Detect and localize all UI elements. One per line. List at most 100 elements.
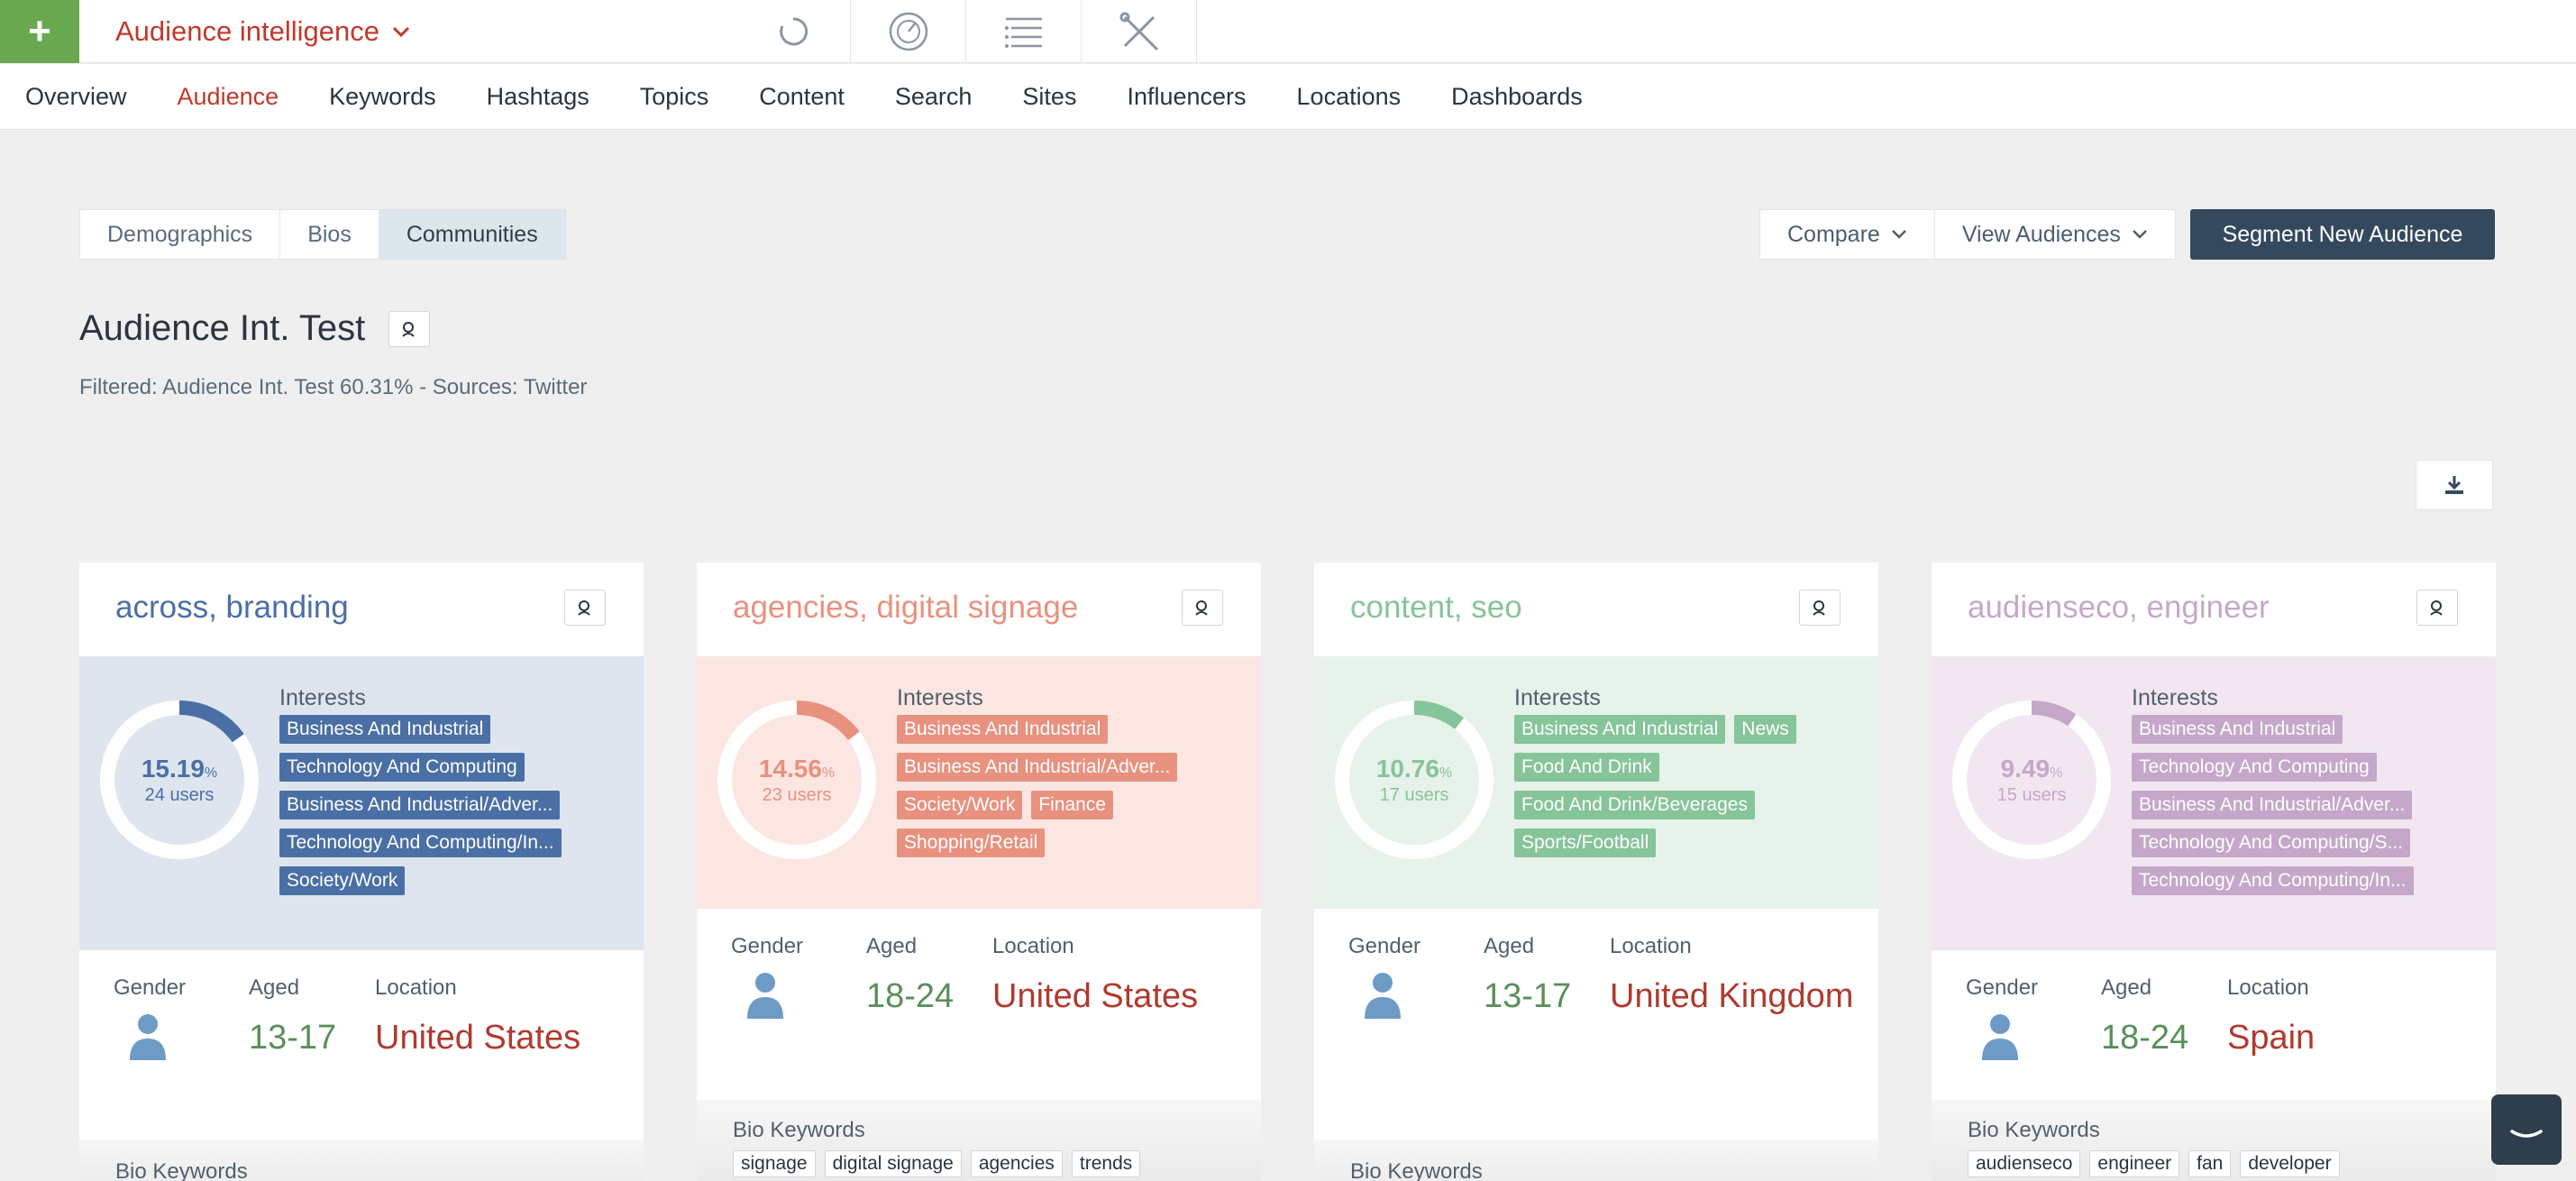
bio-keyword-chip[interactable]: fan (2188, 1150, 2232, 1177)
interest-tag[interactable]: Business And Industrial/Adver... (2132, 791, 2413, 819)
location-value: United States (375, 1019, 581, 1057)
nav-dashboards[interactable]: Dashboards (1451, 83, 1583, 111)
card-title[interactable]: audienseco, engineer (1968, 590, 2270, 626)
nav-content[interactable]: Content (759, 83, 845, 111)
share-percent: 14.56% (758, 754, 836, 783)
interest-tag[interactable]: Society/Work (279, 866, 406, 895)
card-stats: Gender Aged 13-17 Location United States (114, 975, 626, 1111)
tab-communities[interactable]: Communities (379, 210, 565, 259)
interest-tag[interactable]: Food And Drink/Beverages (1514, 791, 1755, 819)
refresh-tool[interactable] (735, 0, 851, 63)
page-title: Audience Int. Test (79, 308, 431, 349)
card-title[interactable]: agencies, digital signage (733, 590, 1078, 626)
share-donut: 15.19% 24 users (99, 700, 260, 860)
card-title[interactable]: across, branding (115, 590, 349, 626)
user-search-icon (2430, 600, 2443, 616)
compare-dropdown[interactable]: Compare (1760, 210, 1935, 259)
community-card: content, seo 10.76% 17 users Interests B… (1314, 563, 1878, 1181)
gender-label: Gender (114, 975, 187, 1000)
location-label: Location (375, 975, 457, 1000)
filter-summary: Filtered: Audience Int. Test 60.31% - So… (79, 375, 588, 399)
nav-keywords[interactable]: Keywords (329, 83, 436, 111)
bio-keywords: Bio Keywords (1314, 1140, 1878, 1181)
add-button[interactable]: + (0, 0, 79, 63)
download-button[interactable] (2416, 460, 2493, 510)
nav-locations[interactable]: Locations (1297, 83, 1402, 111)
community-card: agencies, digital signage 14.56% 23 user… (697, 563, 1261, 1181)
interest-tag[interactable]: Finance (1031, 791, 1114, 819)
card-search-button[interactable] (2416, 590, 2458, 626)
bio-keyword-chip[interactable]: audienseco (1968, 1150, 2081, 1177)
interest-tag[interactable]: Business And Industrial (279, 715, 491, 744)
tab-bios[interactable]: Bios (280, 210, 379, 259)
user-count: 17 users (1379, 784, 1449, 805)
card-search-button[interactable] (564, 590, 606, 626)
segment-new-audience-button[interactable]: Segment New Audience (2190, 209, 2495, 260)
interest-tag[interactable]: Business And Industrial (897, 715, 1109, 744)
location-value: United Kingdom (1610, 977, 1854, 1015)
interest-tag[interactable]: Technology And Computing/S... (2132, 829, 2411, 857)
interest-tag[interactable]: Technology And Computing/In... (279, 829, 562, 857)
audience-subtabs: Demographics Bios Communities (79, 209, 566, 260)
nav-influencers[interactable]: Influencers (1127, 83, 1246, 111)
settings-tool[interactable] (1082, 0, 1197, 63)
interest-tag[interactable]: Sports/Football (1514, 829, 1657, 857)
share-percent: 9.49% (2000, 754, 2063, 783)
nav-overview[interactable]: Overview (25, 83, 127, 111)
nav-search[interactable]: Search (895, 83, 973, 111)
card-header: across, branding (79, 563, 644, 656)
audience-search-button[interactable] (388, 310, 431, 347)
location-value: United States (992, 977, 1199, 1015)
nav-hashtags[interactable]: Hashtags (487, 83, 589, 111)
share-donut: 9.49% 15 users (1951, 700, 2112, 860)
user-count: 15 users (1996, 784, 2067, 805)
card-search-button[interactable] (1799, 590, 1841, 626)
person-icon (1982, 1014, 2018, 1060)
card-search-button[interactable] (1182, 590, 1223, 626)
nav-sites[interactable]: Sites (1022, 83, 1076, 111)
chat-button[interactable] (2491, 1094, 2562, 1165)
nav-audience[interactable]: Audience (178, 83, 279, 111)
bio-keyword-chip[interactable]: digital signage (824, 1150, 962, 1177)
user-count: 23 users (762, 784, 832, 805)
card-summary: 15.19% 24 users Interests Business And I… (79, 656, 644, 950)
interest-tag[interactable]: Business And Industrial (1514, 715, 1726, 744)
interest-tag[interactable]: Technology And Computing (2132, 753, 2377, 782)
bio-keyword-chip[interactable]: trends (1071, 1150, 1141, 1177)
list-tool[interactable] (966, 0, 1082, 63)
card-title[interactable]: content, seo (1350, 590, 1522, 626)
bio-keyword-chip[interactable]: agencies (970, 1150, 1063, 1177)
person-icon (747, 973, 783, 1019)
tab-demographics[interactable]: Demographics (80, 210, 281, 259)
chevron-down-icon (2133, 230, 2147, 239)
app-switcher[interactable]: Audience intelligence (115, 11, 410, 52)
card-stats: Gender Aged 18-24 Location United States (731, 934, 1243, 1069)
view-audiences-dropdown[interactable]: View Audiences (1935, 210, 2175, 259)
bio-keywords-label: Bio Keywords (115, 1159, 248, 1181)
bio-keyword-chip[interactable]: developer (2240, 1150, 2340, 1177)
chevron-down-icon (392, 26, 410, 38)
user-search-icon (402, 321, 415, 337)
interest-tag[interactable]: Business And Industrial/Adver... (897, 753, 1178, 782)
user-count: 24 users (144, 784, 215, 805)
interest-tag[interactable]: Business And Industrial/Adver... (279, 791, 561, 819)
bio-keyword-chip[interactable]: engineer (2089, 1150, 2180, 1177)
interest-tag[interactable]: Business And Industrial (2132, 715, 2343, 744)
community-card: across, branding 15.19% 24 users Interes… (79, 563, 644, 1181)
aged-value: 18-24 (2101, 1019, 2189, 1057)
bio-keyword-chip[interactable]: signage (733, 1150, 816, 1177)
interests: Interests Business And Industrial Busine… (897, 685, 1248, 866)
community-card: audienseco, engineer 9.49% 15 users Inte… (1932, 563, 2496, 1181)
chat-icon (2510, 1130, 2543, 1138)
bio-keywords: Bio Keywords audienseco engineer fan dev… (1932, 1100, 2496, 1181)
interest-tag[interactable]: Technology And Computing (279, 753, 525, 782)
view-audiences-label: View Audiences (1961, 221, 2121, 247)
interest-tag[interactable]: Society/Work (897, 791, 1023, 819)
nav-topics[interactable]: Topics (640, 83, 709, 111)
interest-tag[interactable]: News (1734, 715, 1796, 744)
person-icon (1365, 973, 1401, 1019)
interest-tag[interactable]: Food And Drink (1514, 753, 1659, 782)
interest-tag[interactable]: Shopping/Retail (897, 829, 1046, 857)
interest-tag[interactable]: Technology And Computing/In... (2132, 866, 2414, 895)
dashboard-tool[interactable] (851, 0, 966, 63)
